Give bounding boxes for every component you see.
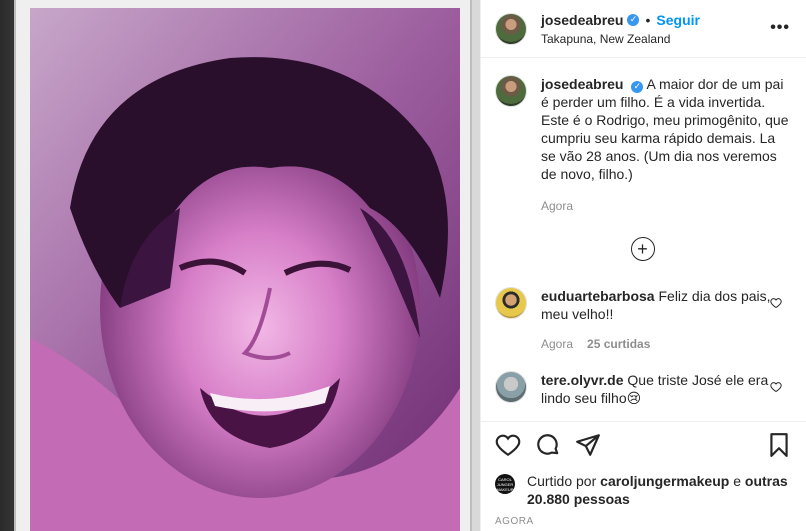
comment-item: euduartebarbosa Feliz dia dos pais, meu …	[495, 287, 790, 353]
caption: josedeabreu ✓ A maior dor de um pai é pe…	[495, 75, 790, 215]
liker-username[interactable]: caroljungermakeup	[600, 473, 729, 489]
commenter-avatar[interactable]	[495, 287, 527, 319]
commenter-avatar[interactable]	[495, 371, 527, 403]
comment-likes[interactable]: 25 curtidas	[587, 335, 650, 353]
share-icon[interactable]	[575, 432, 601, 458]
post-header: josedeabreu ✓ • Seguir Takapuna, New Zea…	[481, 0, 806, 58]
likes-summary: CAROL JUNGER MAKEUP Curtido por caroljun…	[495, 472, 792, 508]
comment-username[interactable]: euduartebarbosa	[541, 288, 655, 304]
author-info: josedeabreu ✓ • Seguir Takapuna, New Zea…	[541, 12, 700, 46]
heart-icon[interactable]	[495, 432, 521, 458]
bookmark-icon[interactable]	[766, 432, 792, 458]
load-more-comments[interactable]: +	[495, 237, 790, 261]
post-image-frame	[14, 0, 472, 531]
liked-by-prefix: Curtido por	[527, 473, 597, 489]
comment-like-heart-icon[interactable]	[770, 297, 782, 309]
verified-badge-icon: ✓	[631, 80, 644, 93]
comments-section[interactable]: josedeabreu ✓ A maior dor de um pai é pe…	[481, 59, 806, 421]
post-photo[interactable]	[30, 8, 460, 531]
liker-avatar[interactable]: CAROL JUNGER MAKEUP	[495, 474, 515, 494]
comment-username[interactable]: tere.olyvr.de	[541, 372, 624, 388]
post-side-panel: josedeabreu ✓ • Seguir Takapuna, New Zea…	[480, 0, 806, 531]
portrait-image	[30, 8, 460, 531]
comment-like-heart-icon[interactable]	[770, 381, 782, 393]
author-avatar[interactable]	[495, 12, 527, 45]
comment-item: tere.olyvr.de Que triste José ele era li…	[495, 371, 790, 407]
more-options-icon[interactable]: •••	[770, 19, 790, 37]
post-location[interactable]: Takapuna, New Zealand	[541, 32, 700, 46]
post-timestamp[interactable]: Agora	[495, 516, 792, 527]
follow-button[interactable]: Seguir	[656, 12, 700, 28]
caption-avatar[interactable]	[495, 75, 527, 107]
comment-icon[interactable]	[535, 432, 561, 458]
liked-by-and: e	[733, 473, 741, 489]
caption-username[interactable]: josedeabreu	[541, 76, 623, 92]
action-bar	[495, 430, 792, 460]
author-username[interactable]: josedeabreu	[541, 12, 623, 28]
plus-circle-icon[interactable]: +	[630, 237, 655, 261]
verified-badge-icon: ✓	[627, 13, 640, 26]
caption-time: Agora	[541, 199, 574, 213]
separator-dot: •	[645, 11, 651, 28]
post-actions: CAROL JUNGER MAKEUP Curtido por caroljun…	[481, 421, 806, 531]
comment-time: Agora	[541, 337, 574, 351]
